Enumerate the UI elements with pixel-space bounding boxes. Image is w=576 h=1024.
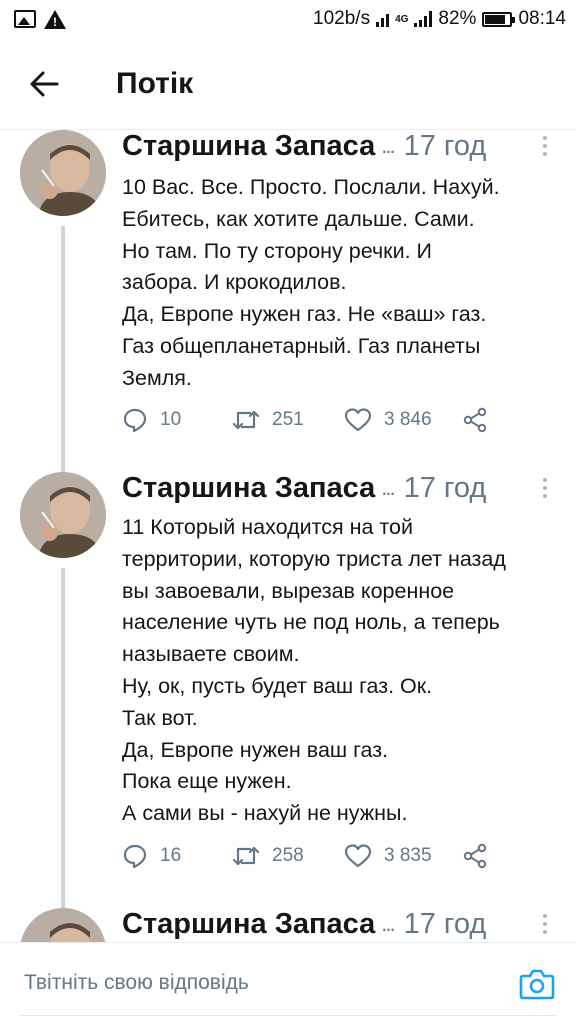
dot bbox=[543, 136, 547, 140]
tweet-line: Газ общепланетарный. Газ планеты bbox=[122, 333, 481, 358]
avatar[interactable] bbox=[20, 472, 106, 558]
reply-button[interactable]: 16 bbox=[122, 843, 232, 869]
tweet-actions: 10 251 3 846 bbox=[122, 400, 492, 440]
camera-button[interactable] bbox=[518, 965, 556, 1003]
tweet-line: Ебитесь, как хотите дальше. Сами. bbox=[122, 206, 475, 231]
status-bar: ! 102b/s 4G 82% 08:14 bbox=[0, 0, 576, 38]
avatar-image bbox=[20, 472, 106, 558]
avatar[interactable] bbox=[20, 908, 106, 942]
heart-icon bbox=[344, 408, 372, 432]
dot bbox=[543, 478, 547, 482]
tweet-line: 11 Который находится на той bbox=[122, 515, 413, 539]
page-title: Потік bbox=[116, 66, 194, 100]
handle-ellipsis: ... bbox=[381, 911, 395, 936]
dot bbox=[543, 486, 547, 490]
more-options-button[interactable] bbox=[534, 134, 556, 158]
share-button[interactable] bbox=[462, 407, 488, 433]
clock: 08:14 bbox=[518, 8, 566, 29]
tweet-line: называете своим. bbox=[122, 642, 300, 667]
retweet-icon bbox=[232, 410, 260, 430]
reply-button[interactable]: 10 bbox=[122, 407, 232, 433]
reply-icon bbox=[123, 844, 147, 869]
tweet-line: Пока еще нужен. bbox=[122, 769, 292, 794]
tweet[interactable]: Старшина Запаса ... 17 год 11 Который на… bbox=[0, 472, 576, 908]
tweet-header: Старшина Запаса ... 17 год bbox=[122, 472, 556, 504]
more-options-button[interactable] bbox=[534, 912, 556, 936]
warning-icon: ! bbox=[44, 9, 66, 29]
dot bbox=[543, 930, 547, 934]
like-button[interactable]: 3 846 bbox=[344, 407, 462, 433]
reply-underline bbox=[20, 1015, 556, 1016]
avatar[interactable] bbox=[20, 130, 106, 216]
like-count: 3 846 bbox=[384, 409, 432, 430]
app-header: Потік bbox=[0, 38, 576, 130]
signal-icon bbox=[376, 11, 390, 27]
dot bbox=[543, 144, 547, 148]
like-count: 3 835 bbox=[384, 845, 432, 866]
tweet-line: Да, Европе нужен газ. Не «ваш» газ. bbox=[122, 302, 487, 327]
avatar-image bbox=[20, 908, 106, 942]
like-button[interactable]: 3 835 bbox=[344, 843, 462, 869]
tweet-line: Так вот. bbox=[122, 705, 198, 730]
reply-count: 10 bbox=[160, 409, 182, 430]
tweet-time[interactable]: 17 год bbox=[404, 130, 487, 163]
dot bbox=[543, 152, 547, 156]
retweet-icon bbox=[232, 846, 260, 866]
reply-icon bbox=[123, 408, 147, 433]
image-notification-icon bbox=[14, 10, 36, 28]
tweet-header: Старшина Запаса ... 17 год bbox=[122, 130, 556, 162]
tweet-line: Да, Европе нужен ваш газ. bbox=[122, 737, 389, 762]
author-name[interactable]: Старшина Запаса bbox=[122, 908, 375, 941]
more-options-button[interactable] bbox=[534, 476, 556, 500]
tweet-line: Земля. bbox=[122, 365, 192, 390]
battery-percent: 82% bbox=[438, 8, 477, 29]
arrow-left-icon bbox=[30, 71, 59, 96]
tweet-text: 10 Вас. Все. Просто. Послали. Нахуй. Еби… bbox=[122, 172, 562, 395]
network-speed: 102b/s bbox=[313, 8, 371, 29]
author-name[interactable]: Старшина Запаса bbox=[122, 130, 375, 163]
dot bbox=[543, 914, 547, 918]
retweet-count: 258 bbox=[272, 845, 304, 866]
thread-line bbox=[61, 568, 65, 908]
share-button[interactable] bbox=[462, 843, 488, 869]
battery-fill bbox=[485, 14, 506, 24]
avatar-image bbox=[20, 130, 106, 216]
network-type: 4G bbox=[395, 13, 409, 25]
dot bbox=[543, 494, 547, 498]
handle-ellipsis: ... bbox=[381, 133, 395, 158]
heart-icon bbox=[344, 844, 372, 868]
reply-count: 16 bbox=[160, 845, 182, 866]
tweet-time[interactable]: 17 год bbox=[404, 908, 487, 941]
tweet-line: вы завоевали, вырезав коренное bbox=[122, 578, 455, 603]
tweet-actions: 16 258 3 835 bbox=[122, 836, 492, 876]
tweet-time[interactable]: 17 год bbox=[404, 472, 487, 505]
share-icon bbox=[463, 407, 487, 433]
battery-icon bbox=[482, 11, 516, 27]
back-button[interactable] bbox=[14, 54, 74, 114]
tweet-thread: Старшина Запаса ... 17 год 10 Вас. Все. … bbox=[0, 130, 576, 942]
author-name[interactable]: Старшина Запаса bbox=[122, 472, 375, 505]
tweet-line: Но там. По ту сторону речки. И bbox=[122, 238, 432, 263]
dot bbox=[543, 922, 547, 926]
retweet-count: 251 bbox=[272, 409, 304, 430]
tweet-line: территории, которую триста лет назад bbox=[122, 546, 506, 571]
handle-ellipsis: ... bbox=[381, 475, 395, 500]
tweet-line: население чуть не под ноль, а теперь bbox=[122, 610, 500, 635]
tweet-line: Ну, ок, пусть будет ваш газ. Ок. bbox=[122, 673, 433, 698]
thread-line bbox=[61, 226, 65, 472]
reply-bar: Твітніть свою відповідь bbox=[0, 942, 576, 1024]
tweet-header: Старшина Запаса ... 17 год bbox=[122, 908, 556, 940]
tweet[interactable]: Старшина Запаса ... 17 год 10 Вас. Все. … bbox=[0, 130, 576, 472]
retweet-button[interactable]: 258 bbox=[232, 844, 344, 868]
share-icon bbox=[463, 843, 487, 869]
tweet-text: 11 Который находится на той территории, … bbox=[122, 512, 562, 830]
tweet-line: 10 Вас. Все. Просто. Послали. Нахуй. bbox=[122, 175, 500, 199]
retweet-button[interactable]: 251 bbox=[232, 408, 344, 432]
tweet-line: забора. И крокодилов. bbox=[122, 270, 347, 295]
signal-icon-2 bbox=[414, 11, 433, 27]
tweet-line: А сами вы - нахуй не нужны. bbox=[122, 801, 408, 826]
camera-icon bbox=[519, 969, 555, 1000]
reply-input[interactable]: Твітніть свою відповідь bbox=[24, 971, 249, 995]
tweet[interactable]: Старшина Запаса ... 17 год bbox=[0, 908, 576, 942]
